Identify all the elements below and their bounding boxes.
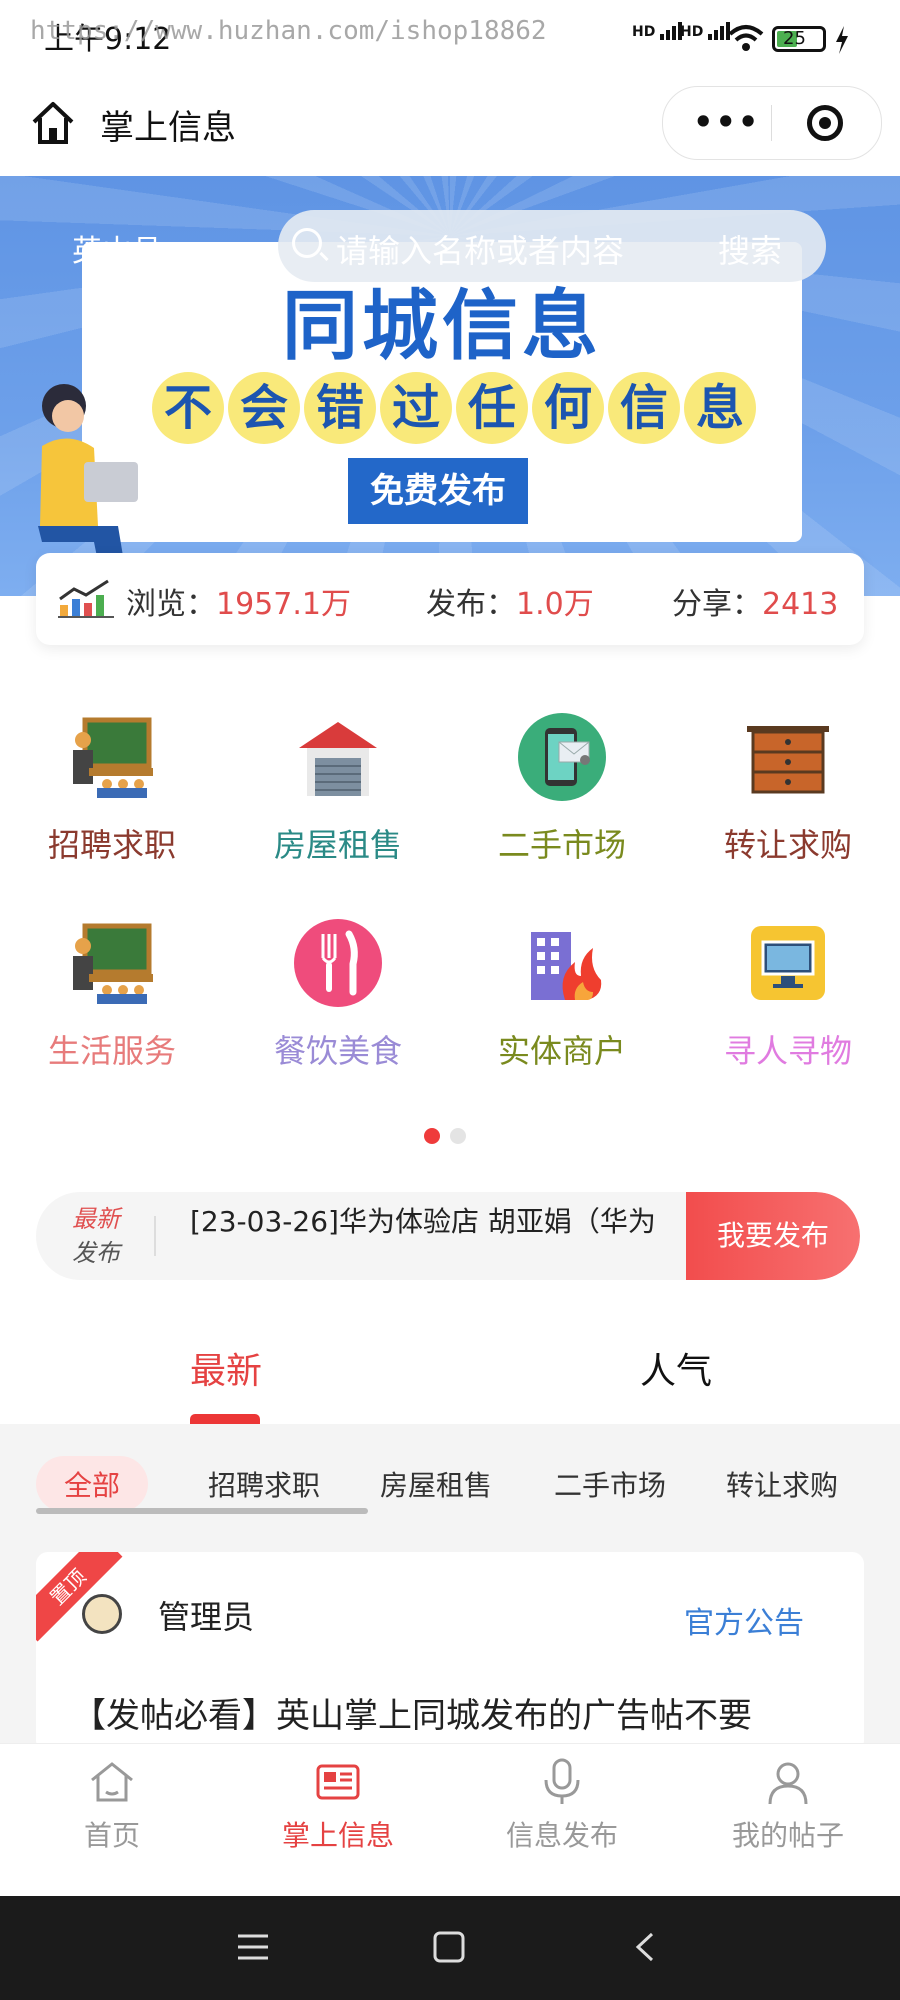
battery-icon: 25 — [772, 26, 826, 52]
post-title[interactable]: 【发帖必看】英山掌上同城发布的广告帖不要 — [72, 1688, 752, 1737]
category-label: 房屋租售 — [273, 826, 402, 864]
charging-icon — [836, 26, 848, 54]
filter-scrollbar — [36, 1508, 368, 1514]
bottom-tab-bar: 首页 掌上信息 信息发布 我的帖子 — [0, 1744, 900, 1896]
category-label: 生活服务 — [47, 1032, 176, 1070]
filter-housing[interactable]: 房屋租售 — [380, 1464, 492, 1504]
ticker-text[interactable]: [23-03-26]华为体验店 胡亚娟（华为 — [190, 1200, 656, 1240]
stats-card: 浏览：1957.1万 发布：1.0万 分享：2413 — [36, 553, 864, 645]
signal-icon: HD — [632, 22, 684, 40]
category-label: 实体商户 — [497, 1032, 626, 1070]
search-button[interactable]: 搜索 — [718, 226, 782, 272]
building-fire-icon — [531, 932, 602, 1000]
signal-icon: HD — [680, 22, 732, 40]
latest-post-ticker[interactable]: 最新 发布 [23-03-26]华为体验店 胡亚娟（华为 我要发布 — [36, 1192, 860, 1280]
banner-card: 同城信息 不会错过任何信息 免费发布 — [82, 242, 802, 542]
microphone-icon — [544, 1758, 580, 1804]
phone-message-icon — [518, 713, 606, 801]
banner-slogan: 不会错过任何信息 — [152, 372, 760, 444]
search-icon — [292, 228, 322, 258]
publish-button[interactable]: 我要发布 — [686, 1192, 860, 1280]
tabbar-publish[interactable]: 信息发布 — [472, 1758, 652, 1854]
mini-program-capsule: ••• — [662, 86, 882, 160]
views-stat: 浏览：1957.1万 — [126, 587, 351, 622]
tabbar-info[interactable]: 掌上信息 — [248, 1758, 428, 1854]
teacher-board-icon — [73, 717, 153, 798]
banner[interactable]: 同城信息 不会错过任何信息 免费发布 英山县 请输入名称或者内容 搜索 — [0, 176, 900, 596]
active-tab-indicator — [190, 1414, 260, 1424]
news-icon — [316, 1764, 360, 1800]
shares-stat: 分享：2413 — [672, 587, 839, 622]
system-navigation-bar — [0, 1896, 900, 2000]
category-label: 二手市场 — [497, 826, 626, 864]
tabbar-home[interactable]: 首页 — [22, 1758, 202, 1854]
back-icon[interactable] — [628, 1930, 662, 1964]
tabbar-label: 信息发布 — [505, 1819, 618, 1852]
category-merchant[interactable]: 实体商户 — [472, 918, 652, 1072]
wifi-icon — [728, 25, 764, 51]
tabbar-label: 掌上信息 — [281, 1819, 394, 1852]
more-dots-icon[interactable]: ••• — [693, 103, 760, 141]
post-author: 管理员 — [158, 1598, 255, 1636]
home-icon — [91, 1762, 133, 1802]
filter-transfer[interactable]: 转让求购 — [726, 1464, 838, 1504]
page-indicator — [424, 1128, 476, 1148]
avatar — [82, 1594, 122, 1634]
fork-knife-icon — [294, 919, 382, 1007]
target-icon[interactable] — [807, 105, 843, 141]
tabbar-label: 我的帖子 — [731, 1819, 844, 1852]
category-recruitment[interactable]: 招聘求职 — [22, 712, 202, 866]
tab-latest[interactable]: 最新 — [190, 1342, 262, 1394]
user-icon — [768, 1762, 808, 1805]
tabbar-label: 首页 — [83, 1819, 140, 1852]
search-input[interactable]: 请输入名称或者内容 搜索 — [278, 210, 826, 282]
bar-chart-icon — [58, 579, 114, 618]
search-placeholder: 请输入名称或者内容 — [336, 232, 625, 270]
location-label[interactable]: 英山县 — [72, 226, 162, 270]
post-category[interactable]: 官方公告 — [684, 1598, 804, 1642]
home-square-icon[interactable] — [432, 1930, 466, 1964]
free-post-label: 免费发布 — [348, 458, 528, 524]
category-transfer[interactable]: 转让求购 — [698, 712, 878, 866]
page-title: 掌上信息 — [100, 108, 236, 148]
tab-popular[interactable]: 人气 — [640, 1342, 712, 1394]
menu-icon[interactable] — [236, 1930, 270, 1964]
category-lost-found[interactable]: 寻人寻物 — [698, 918, 878, 1072]
category-label: 招聘求职 — [47, 826, 176, 864]
posts-stat: 发布：1.0万 — [426, 587, 594, 622]
category-second-hand[interactable]: 二手市场 — [472, 712, 652, 866]
category-food[interactable]: 餐饮美食 — [248, 918, 428, 1072]
category-life-service[interactable]: 生活服务 — [22, 918, 202, 1072]
watermark-text: https://www.huzhan.com/ishop18862 — [30, 16, 547, 46]
filter-second-hand[interactable]: 二手市场 — [554, 1464, 666, 1504]
category-label: 餐饮美食 — [273, 1032, 402, 1070]
filter-recruitment[interactable]: 招聘求职 — [208, 1464, 320, 1504]
pinned-post-card[interactable]: 置顶 管理员 官方公告 【发帖必看】英山掌上同城发布的广告帖不要 — [36, 1552, 864, 1752]
drawer-icon — [747, 726, 829, 794]
filter-all[interactable]: 全部 — [36, 1456, 149, 1512]
house-icon — [299, 722, 377, 796]
home-icon[interactable] — [30, 100, 76, 146]
category-label: 转让求购 — [723, 826, 852, 864]
category-label: 寻人寻物 — [723, 1032, 852, 1070]
ticker-tag: 最新 发布 — [72, 1205, 120, 1267]
monitor-icon — [751, 926, 825, 1000]
category-housing[interactable]: 房屋租售 — [248, 712, 428, 866]
teacher-board-icon — [73, 923, 153, 1004]
status-bar: 上午9:12 https://www.huzhan.com/ishop18862… — [0, 0, 900, 78]
tabbar-my-posts[interactable]: 我的帖子 — [698, 1758, 878, 1854]
